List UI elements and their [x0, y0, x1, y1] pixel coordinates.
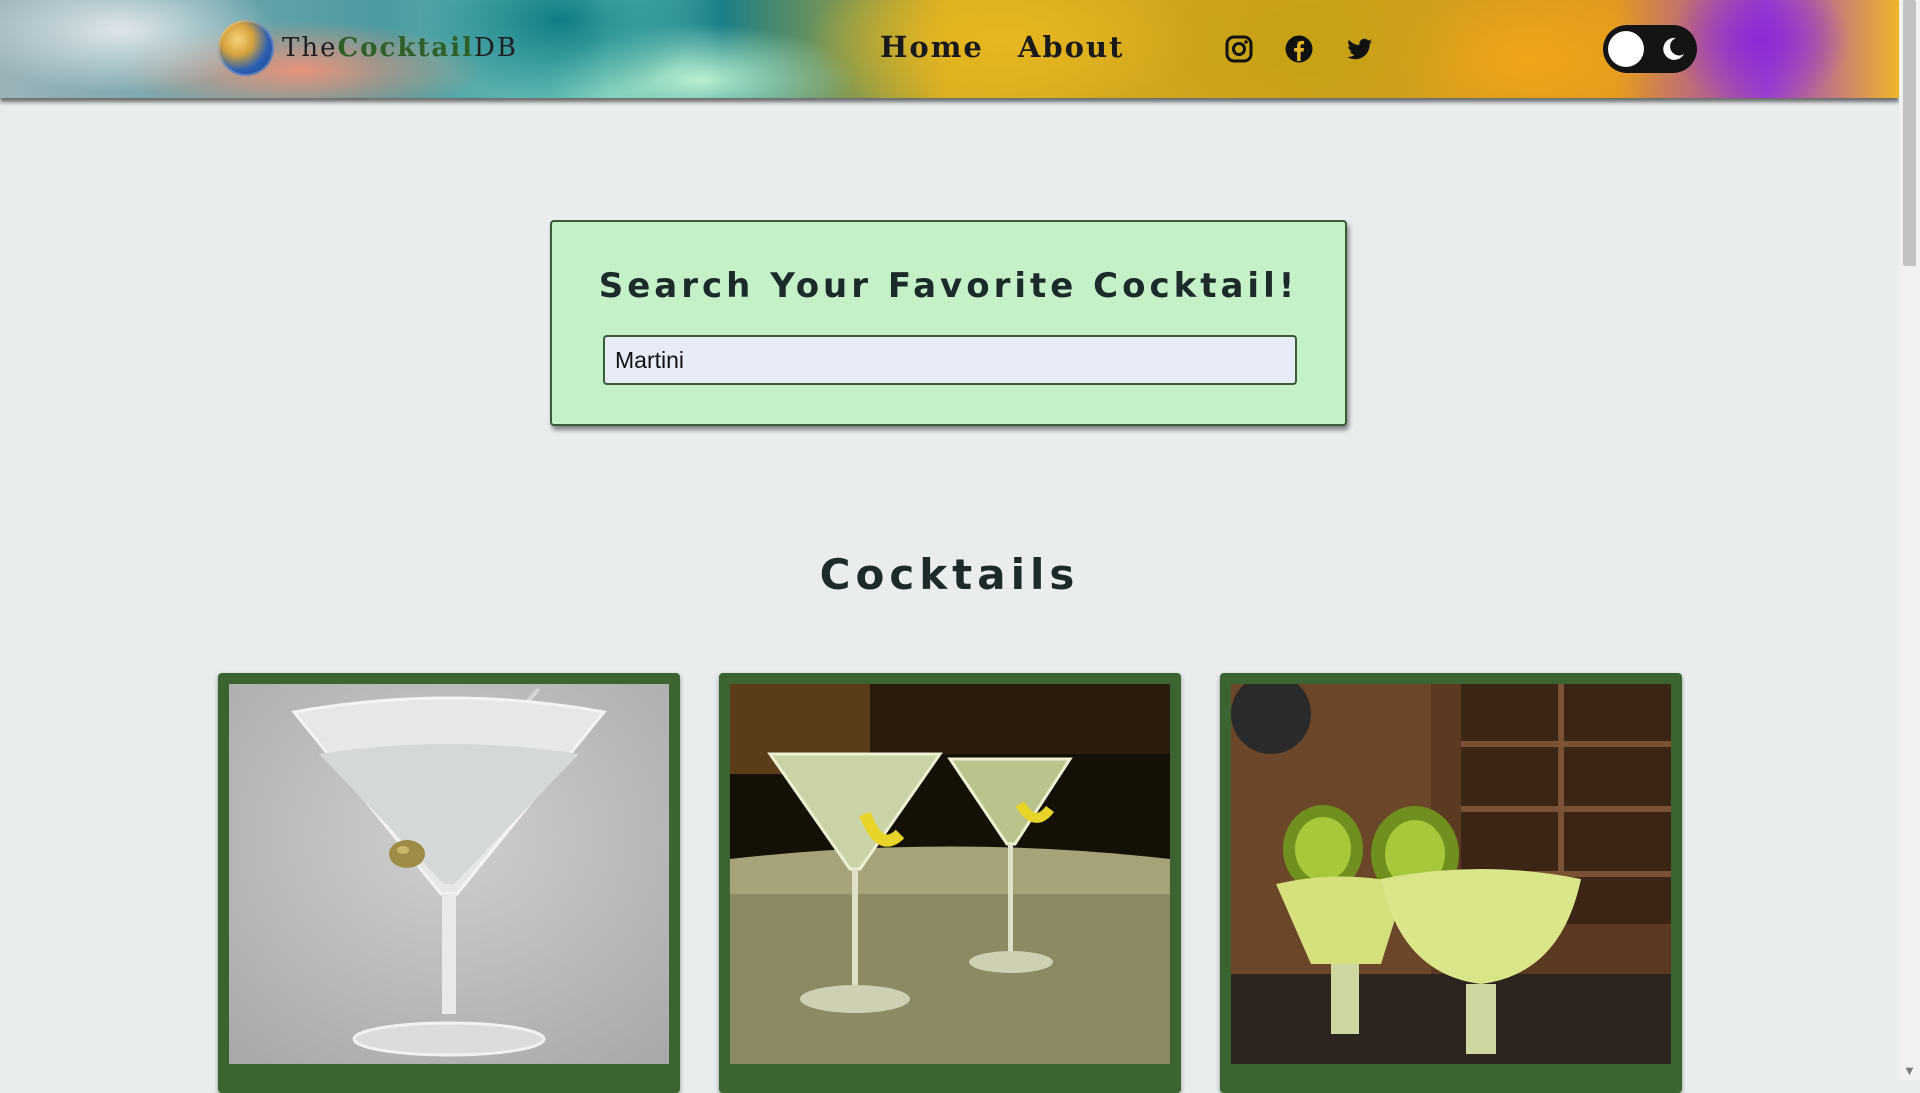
twitter-icon[interactable] — [1344, 34, 1374, 64]
toggle-knob — [1608, 31, 1644, 67]
nav-about-link[interactable]: About — [1018, 30, 1125, 64]
instagram-icon[interactable] — [1224, 34, 1254, 64]
facebook-icon[interactable] — [1284, 34, 1314, 64]
search-title: Search Your Favorite Cocktail! — [598, 266, 1299, 306]
brand-prefix: The — [282, 33, 338, 63]
brand[interactable]: TheCocktailDB — [218, 20, 518, 76]
social-links — [1224, 34, 1374, 64]
cocktail-card[interactable] — [719, 673, 1181, 1093]
scrollbar[interactable]: ▼ — [1899, 0, 1920, 1080]
brand-suffix: DB — [473, 33, 518, 63]
nav-home-link[interactable]: Home — [880, 30, 984, 64]
scroll-down-arrow-icon[interactable]: ▼ — [1899, 1063, 1920, 1080]
theme-toggle[interactable] — [1603, 25, 1697, 73]
cocktail-image — [229, 684, 669, 1064]
nav-links: Home About — [880, 30, 1125, 64]
cocktail-image — [730, 684, 1170, 1064]
cocktail-card[interactable] — [1220, 673, 1682, 1093]
search-input[interactable] — [603, 335, 1297, 385]
search-form: Search Your Favorite Cocktail! — [550, 220, 1347, 426]
cocktail-card[interactable] — [218, 673, 680, 1093]
brand-accent: Cocktail — [337, 33, 474, 63]
brand-name: TheCocktailDB — [282, 33, 518, 63]
navbar: TheCocktailDB Home About — [0, 0, 1899, 98]
two-martinis-with-lemon-twist-image — [730, 684, 1170, 1064]
logo-icon — [218, 20, 274, 76]
cocktail-image — [1231, 684, 1671, 1064]
section-title: Cocktails — [819, 550, 1080, 599]
moon-icon — [1663, 37, 1684, 60]
martini-with-olive-image — [229, 684, 669, 1064]
scrollbar-thumb[interactable] — [1903, 0, 1916, 266]
kiwi-cocktails-at-bar-image — [1231, 684, 1671, 1064]
